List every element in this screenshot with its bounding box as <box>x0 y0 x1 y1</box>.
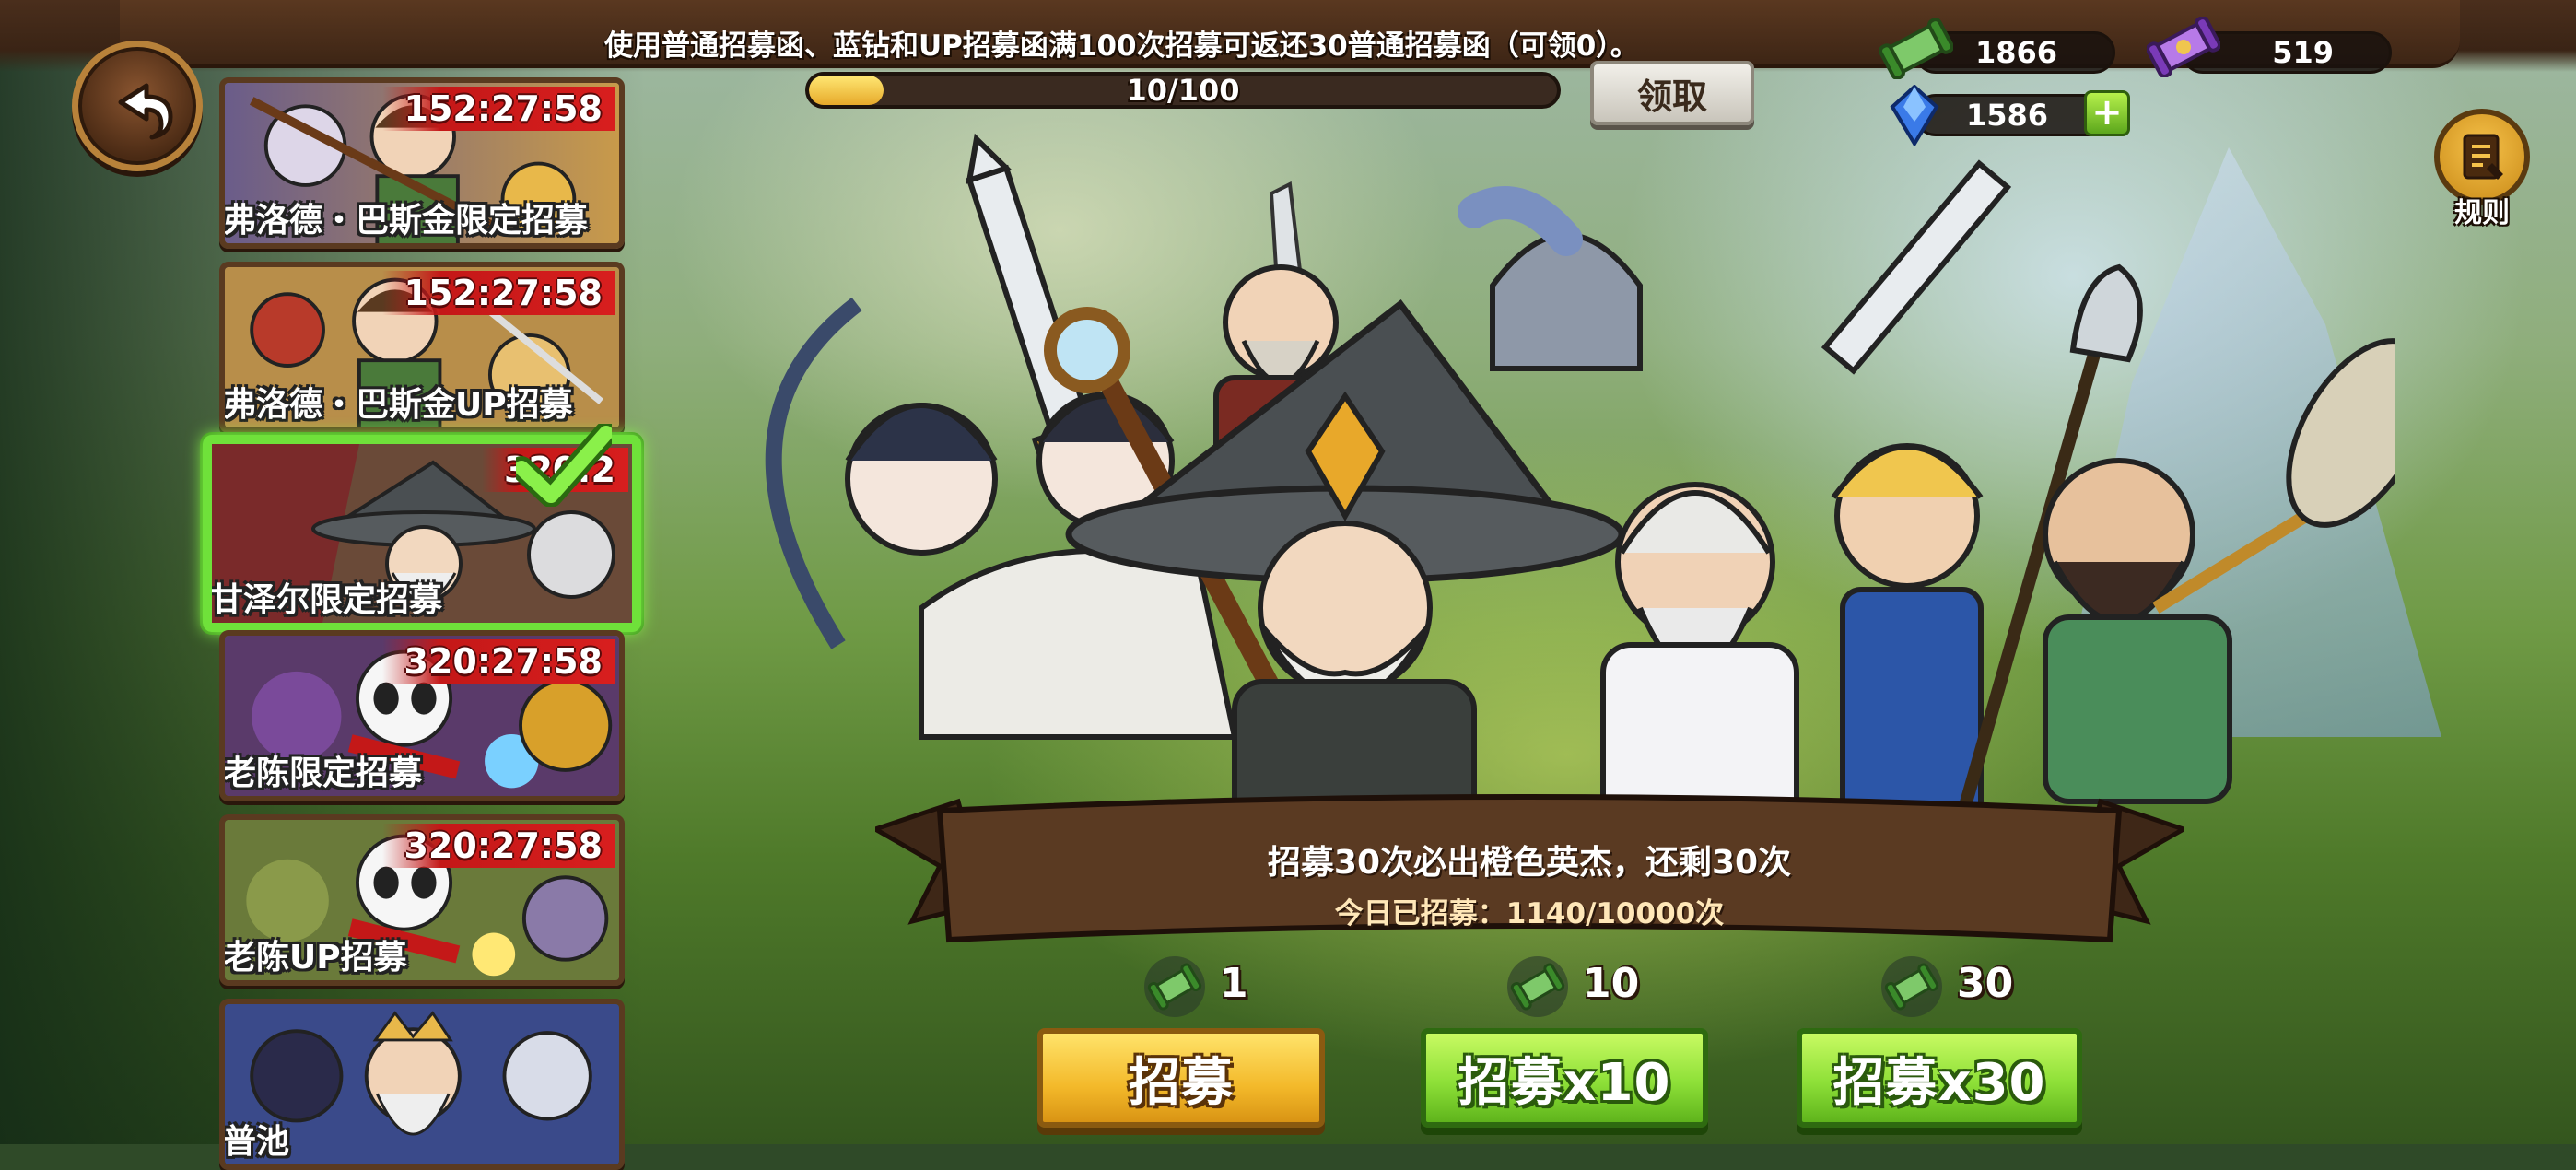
banner-name: 老陈UP招募 <box>223 939 407 977</box>
banner-card-laochen-limited[interactable]: 320:27:58 老陈限定招募 <box>219 630 625 801</box>
hero-group-illustration <box>765 133 2395 866</box>
claim-button[interactable]: 领取 <box>1590 61 1754 125</box>
banner-card-standard-pool[interactable]: 普池 <box>219 999 625 1170</box>
currency-value: 1586 <box>1965 98 2048 133</box>
add-diamond-button[interactable]: + <box>2084 90 2130 136</box>
banner-card-freud-up[interactable]: 152:27:58 弗洛德・巴斯金UP招募 <box>219 262 625 433</box>
green-scroll-icon <box>1879 18 1953 79</box>
recruit-cost-value: 1 <box>1220 960 1248 1007</box>
banner-timer: 152:27:58 <box>381 87 615 131</box>
banner-list[interactable]: 152:27:58 弗洛德・巴斯金限定招募 152:27:58 弗洛德・巴斯金U… <box>203 74 641 1170</box>
recruit-cost-value: 30 <box>1957 960 2014 1007</box>
rules-book-icon <box>2463 134 2503 180</box>
recruit-scroll-icon <box>1144 956 1205 1017</box>
recruit-cost-value: 10 <box>1583 960 1640 1007</box>
recruit-10-button[interactable]: 招募x10 <box>1421 1028 1708 1128</box>
banner-name: 弗洛德・巴斯金UP招募 <box>223 386 573 424</box>
banner-card-laochen-up[interactable]: 320:27:58 老陈UP招募 <box>219 814 625 986</box>
currency-value: 1866 <box>1974 35 2057 70</box>
rules-label: 规则 <box>2454 197 2510 229</box>
recruit-scroll-icon <box>1507 956 1568 1017</box>
banner-timer: 320:27:58 <box>381 639 615 684</box>
pity-text: 招募30次必出橙色英杰，还剩30次 <box>1267 844 1792 882</box>
back-button[interactable] <box>72 41 203 171</box>
check-icon <box>516 424 612 507</box>
promo-text: 使用普通招募函、蓝钻和UP招募函满100次招募可返还30普通招募函（可领0）。 <box>604 29 1639 63</box>
currency-value: 519 <box>2272 35 2334 70</box>
progress-text: 10/100 <box>1126 73 1240 108</box>
banner-timer: 152:27:58 <box>381 271 615 315</box>
daily-recruit-count: 今日已招募：1140/10000次 <box>1334 897 1725 930</box>
banner-name: 普池 <box>223 1123 290 1161</box>
banner-card-freud-limited[interactable]: 152:27:58 弗洛德・巴斯金限定招募 <box>219 77 625 249</box>
recruit-30-button[interactable]: 招募x30 <box>1797 1028 2082 1128</box>
banner-name: 老陈限定招募 <box>223 755 423 792</box>
recruit-scroll-icon <box>1881 956 1942 1017</box>
recruit-once-button[interactable]: 招募 <box>1037 1028 1325 1128</box>
banner-timer: 320:27:58 <box>381 824 615 868</box>
banner-name: 甘泽尔限定招募 <box>210 581 443 619</box>
blue-diamond-icon <box>1890 85 1939 146</box>
banner-name: 弗洛德・巴斯金限定招募 <box>223 202 589 240</box>
purple-scroll-icon <box>2147 17 2220 77</box>
back-arrow-icon <box>118 83 173 140</box>
